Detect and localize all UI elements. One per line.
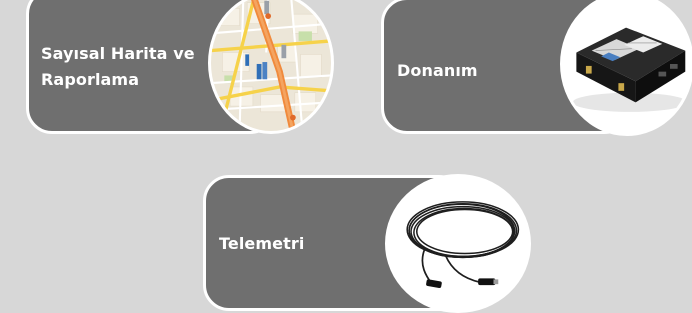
- coiled-cable[interactable]: [385, 174, 531, 313]
- card-title-sayisal-harita: Sayısal Harita ve Raporlama: [41, 41, 211, 93]
- device-image: [563, 0, 691, 133]
- map-image: [211, 0, 331, 131]
- card-title-donanim: Donanım: [397, 61, 478, 80]
- map-thumbnail[interactable]: [208, 0, 334, 134]
- cable-image: [388, 177, 528, 310]
- card-title-line-2: Raporlama: [41, 70, 140, 89]
- card-title-telemetri: Telemetri: [219, 234, 305, 253]
- card-title-line-1: Sayısal Harita ve: [41, 44, 195, 63]
- gps-tracker-device[interactable]: [560, 0, 692, 136]
